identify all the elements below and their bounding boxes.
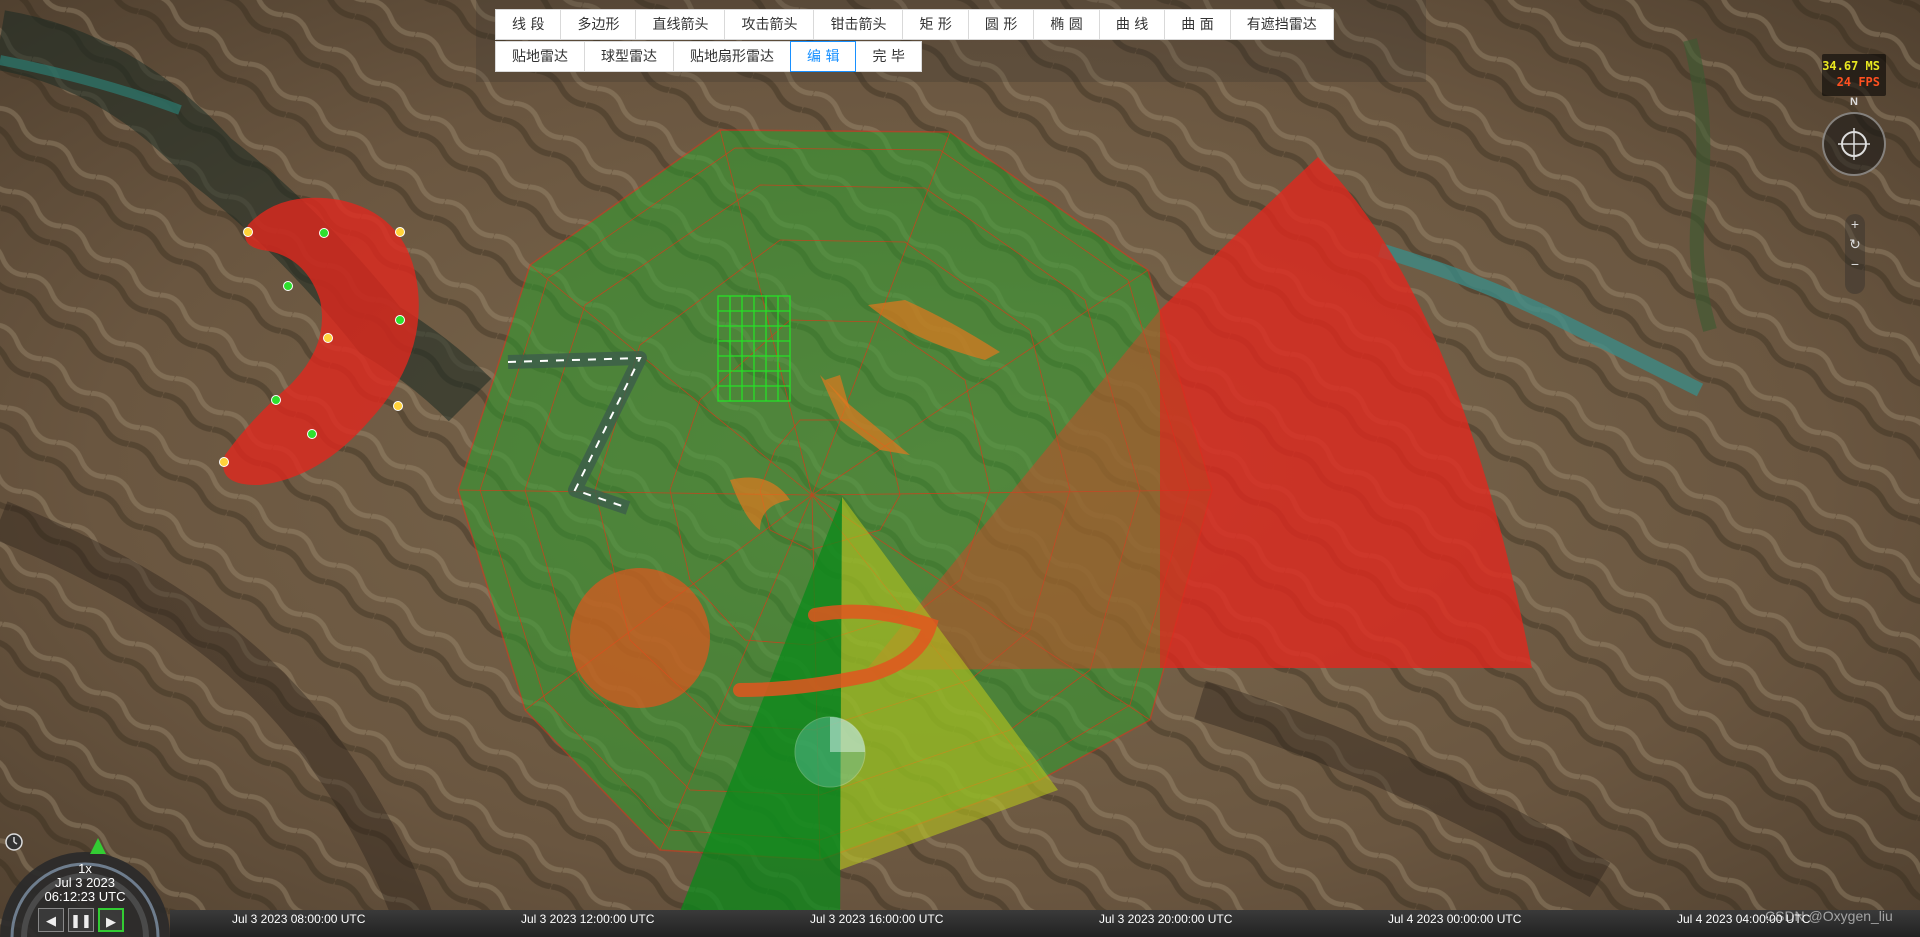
clock-date: Jul 3 2023 — [55, 875, 115, 890]
zoom-control: + ↻ − — [1845, 214, 1865, 294]
play-button[interactable]: ▶ — [98, 908, 124, 932]
clock-time: 06:12:23 UTC — [44, 889, 126, 904]
polygon-button[interactable]: 多边形 — [560, 9, 637, 40]
clock-icon[interactable] — [4, 832, 24, 852]
timeline-tick: Jul 3 2023 08:00:00 UTC — [232, 912, 366, 926]
ellipse-button[interactable]: 椭 圆 — [1033, 9, 1100, 40]
finish-button[interactable]: 完 毕 — [855, 41, 922, 72]
toolbar-row-2: 贴地雷达 球型雷达 贴地扇形雷达 编 辑 完 毕 — [495, 41, 922, 72]
frame-rate: 24 FPS — [1836, 75, 1880, 89]
playback-controls: ◀ ❚❚ ▶ — [38, 908, 124, 932]
circle-button[interactable]: 圆 形 — [967, 9, 1035, 40]
watermark: CSDN @Oxygen_liu — [1765, 908, 1893, 924]
map-canvas[interactable] — [0, 0, 1920, 937]
compass-ring[interactable] — [1822, 112, 1886, 176]
rectangle-button[interactable]: 矩 形 — [902, 9, 969, 40]
north-label: N — [1850, 96, 1858, 108]
straight-arrow-button[interactable]: 直线箭头 — [635, 9, 726, 40]
occluded-radar-button[interactable]: 有遮挡雷达 — [1229, 9, 1334, 40]
timeline-tick: Jul 4 2023 00:00:00 UTC — [1388, 912, 1522, 926]
playback-speed: 1x — [78, 861, 92, 876]
pause-button[interactable]: ❚❚ — [68, 908, 94, 932]
zoom-out-button[interactable]: − — [1845, 254, 1865, 274]
toolbar-row-1: 线 段 多边形 直线箭头 攻击箭头 钳击箭头 矩 形 圆 形 椭 圆 曲 线 曲… — [495, 9, 1334, 40]
pincer-arrow-button[interactable]: 钳击箭头 — [813, 9, 904, 40]
curve-button[interactable]: 曲 线 — [1098, 9, 1166, 40]
timeline-tick: Jul 3 2023 20:00:00 UTC — [1099, 912, 1233, 926]
timeline-tick: Jul 3 2023 12:00:00 UTC — [521, 912, 655, 926]
sphere-radar-button[interactable]: 球型雷达 — [584, 41, 674, 72]
small-sphere-radar[interactable] — [794, 716, 866, 788]
frame-time: 34.67 MS — [1822, 59, 1880, 73]
zoom-in-button[interactable]: + — [1845, 214, 1865, 234]
curved-surface-button[interactable]: 曲 面 — [1164, 9, 1231, 40]
clock-readout: 1x Jul 3 2023 06:12:23 UTC — [40, 862, 130, 904]
timeline-bar[interactable]: Jul 3 2023 08:00:00 UTC Jul 3 2023 12:00… — [170, 910, 1920, 937]
edit-button[interactable]: 编 辑 — [790, 41, 857, 72]
line-segment-button[interactable]: 线 段 — [495, 9, 562, 40]
ground-sector-radar-button[interactable]: 贴地扇形雷达 — [673, 41, 791, 72]
compass-icon — [1838, 128, 1870, 160]
navigation-widget: N + ↻ − — [1818, 96, 1894, 296]
performance-display: 34.67 MS 24 FPS — [1822, 54, 1886, 96]
reverse-button[interactable]: ◀ — [38, 908, 64, 932]
attack-arrow-button[interactable]: 攻击箭头 — [724, 9, 815, 40]
timeline-tick: Jul 3 2023 16:00:00 UTC — [810, 912, 944, 926]
reset-view-button[interactable]: ↻ — [1845, 234, 1865, 254]
circle-shape[interactable] — [570, 568, 710, 708]
ground-radar-button[interactable]: 贴地雷达 — [495, 41, 585, 72]
